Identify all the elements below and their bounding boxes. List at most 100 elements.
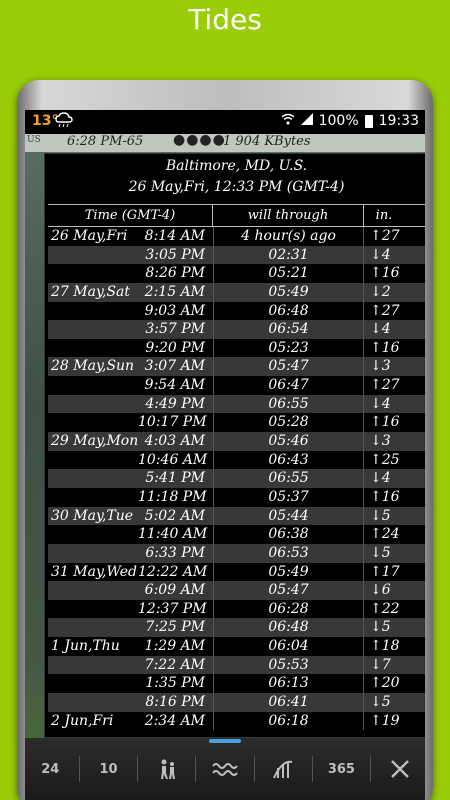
col-through: will through	[213, 205, 364, 226]
row-time: 9:20 PM	[145, 339, 205, 356]
divider	[78, 756, 80, 782]
row-height: ↑19	[370, 712, 400, 729]
row-time: 8:16 PM	[145, 694, 205, 711]
table-row: 31 May,Wed 12:22 AM 05:49 ↑17	[48, 562, 425, 582]
row-through: 05:44	[213, 506, 364, 526]
row-time: 1:35 PM	[145, 675, 205, 692]
row-date	[48, 544, 138, 563]
btn-10[interactable]: 10	[87, 747, 131, 791]
bridge-icon[interactable]	[261, 747, 305, 791]
row-through: 06:48	[213, 618, 364, 638]
row-through: 05:21	[213, 264, 364, 283]
table-header: Time (GMT-4) will through in.	[48, 205, 425, 227]
page-title: Tides	[188, 3, 262, 36]
row-date: 1 Jun,Thu	[51, 638, 120, 655]
row-through: 05:49	[213, 562, 364, 582]
hikers-icon[interactable]	[145, 747, 189, 791]
row-height: ↑22	[370, 600, 400, 617]
divider	[311, 756, 313, 782]
row-height: ↑17	[370, 563, 400, 580]
row-through: 05:46	[213, 432, 364, 451]
row-through: 05:23	[213, 338, 364, 358]
clock: 19:33	[378, 113, 419, 129]
row-date: 2 Jun,Fri	[51, 712, 114, 729]
battery-icon	[364, 114, 373, 128]
btn-24[interactable]: 24	[28, 747, 72, 791]
row-through: 06:38	[213, 525, 364, 544]
row-date: 31 May,Wed	[51, 563, 137, 580]
row-date	[48, 376, 138, 395]
row-through: 05:47	[213, 357, 364, 377]
row-time: 10:17 PM	[138, 414, 207, 431]
row-time: 2:15 AM	[144, 283, 205, 300]
row-through: 05:49	[213, 282, 364, 302]
row-height: ↓4	[370, 395, 391, 412]
page-dots[interactable]: ●●●●	[173, 132, 226, 148]
status-bar: 13° 100% 19:33	[25, 110, 425, 134]
row-date	[48, 302, 138, 321]
table-row: 9:54 AM 06:47 ↑27	[48, 376, 425, 395]
row-through: 4 hour(s) ago	[213, 227, 364, 246]
row-through: 06:55	[213, 469, 364, 488]
row-date: 29 May,Mon	[51, 433, 139, 450]
btn-365[interactable]: 365	[319, 747, 363, 791]
sun-time: 6:28 PM-65	[67, 134, 144, 149]
row-through: 02:31	[213, 245, 364, 265]
row-date	[48, 656, 138, 675]
table-row: 4:49 PM 06:55 ↓4	[48, 394, 425, 414]
region-label: US	[27, 135, 41, 145]
row-through: 06:48	[213, 301, 364, 321]
table-row: 3:57 PM 06:54 ↓4	[48, 320, 425, 339]
table-row: 10:46 AM 06:43 ↑25	[48, 450, 425, 470]
table-row: 8:26 PM 05:21 ↑16	[48, 264, 425, 283]
row-height: ↓3	[370, 433, 391, 450]
battery-percent: 100%	[318, 113, 359, 129]
row-height: ↑16	[370, 339, 400, 356]
row-date: 27 May,Sat	[51, 283, 131, 300]
row-through: 06:13	[213, 674, 364, 694]
row-time: 4:03 AM	[144, 433, 205, 450]
row-height: ↓4	[370, 470, 391, 487]
row-through: 06:54	[213, 320, 364, 339]
table-row: 2 Jun,Fri 2:34 AM 06:18 ↑19	[48, 711, 425, 731]
row-through: 06:04	[213, 637, 364, 656]
row-date	[48, 488, 138, 507]
row-through: 06:53	[213, 543, 364, 563]
col-time: Time (GMT-4)	[48, 205, 213, 226]
row-height: ↑27	[370, 377, 400, 394]
table-row: 3:05 PM 02:31 ↓4	[48, 245, 425, 265]
row-through: 06:18	[213, 711, 364, 731]
row-time: 7:25 PM	[145, 619, 205, 636]
row-date	[48, 525, 138, 544]
row-date	[48, 246, 138, 265]
row-height: ↓5	[370, 544, 391, 561]
tide-panel: Baltimore, MD, U.S. 26 May,Fri, 12:33 PM…	[44, 153, 425, 738]
row-date: 30 May,Tue	[51, 507, 134, 524]
row-time: 5:02 AM	[144, 507, 205, 524]
waves-icon[interactable]	[203, 739, 247, 791]
row-time: 8:26 PM	[145, 265, 205, 282]
row-through: 05:47	[213, 581, 364, 600]
row-height: ↑18	[370, 638, 400, 655]
row-through: 06:41	[213, 693, 364, 712]
row-through: 06:47	[213, 376, 364, 395]
table-row: 8:16 PM 06:41 ↓5	[48, 693, 425, 712]
table-body: 26 May,Fri 8:14 AM 4 hour(s) ago ↑27 3:05 PM…	[48, 227, 425, 731]
location-datetime: 26 May,Fri, 12:33 PM (GMT-4)	[128, 179, 345, 195]
row-time: 6:09 AM	[144, 582, 205, 599]
close-icon[interactable]	[378, 747, 422, 791]
row-date	[48, 339, 138, 358]
divider	[253, 756, 255, 782]
row-time: 12:37 PM	[138, 600, 207, 617]
location-name: Baltimore, MD, U.S.	[165, 158, 308, 174]
row-date	[48, 395, 138, 414]
row-height: ↑27	[370, 302, 400, 319]
table-row: 1:35 PM 06:13 ↑20	[48, 674, 425, 694]
row-height: ↑27	[370, 228, 400, 244]
row-time: 2:34 AM	[144, 712, 205, 729]
row-time: 6:33 PM	[145, 544, 205, 561]
row-time: 1:29 AM	[144, 638, 205, 655]
divider	[137, 756, 139, 782]
tide-table: Time (GMT-4) will through in. 26 May,Fri…	[48, 204, 425, 731]
row-time: 7:22 AM	[144, 656, 205, 673]
